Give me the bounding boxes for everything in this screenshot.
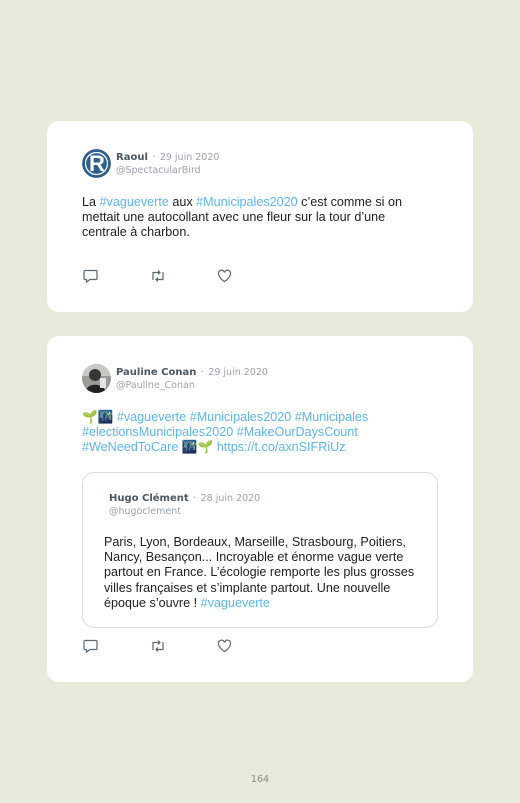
avatar[interactable]: R — [82, 149, 111, 178]
tweet-card: Pauline Conan · 29 juin 2020 @Pauline_Co… — [47, 336, 473, 682]
retweet-button[interactable] — [150, 268, 217, 284]
page-number: 164 — [250, 774, 270, 785]
tweet-text: La #vagueverte aux #Municipales2020 c’es… — [82, 195, 432, 241]
quote-date[interactable]: 28 juin 2020 — [201, 493, 261, 504]
like-icon — [217, 639, 232, 653]
separator: · — [152, 152, 156, 163]
like-button[interactable] — [217, 638, 284, 654]
author-name[interactable]: Pauline Conan — [116, 367, 196, 378]
tweet-card: R Raoul · 29 juin 2020 @SpectacularBird … — [47, 121, 473, 312]
tweet-date[interactable]: 29 juin 2020 — [208, 367, 268, 378]
like-icon — [217, 269, 232, 283]
retweet-icon — [152, 640, 164, 652]
tweet-text-segment: 🌱🌃 — [82, 410, 117, 424]
quote-author-handle[interactable]: @hugoclement — [109, 505, 260, 518]
tweet-text-segment: 🌃🌱 — [178, 440, 217, 455]
like-button[interactable] — [217, 268, 284, 284]
retweet-button[interactable] — [150, 638, 217, 654]
author-handle[interactable]: @SpectacularBird — [116, 164, 219, 177]
retweet-icon — [152, 270, 164, 282]
quote-author-name[interactable]: Hugo Clément — [109, 493, 189, 504]
tweet-header: Pauline Conan · 29 juin 2020 @Pauline_Co… — [82, 364, 268, 393]
hashtag-link[interactable]: #vagueverte — [201, 596, 270, 610]
tweet-actions — [83, 638, 284, 654]
reply-icon — [83, 639, 98, 653]
quote-header: Hugo Clément · 28 juin 2020 @hugoclement — [109, 490, 260, 518]
svg-text:R: R — [89, 151, 105, 176]
author-name[interactable]: Raoul — [116, 152, 148, 163]
tweet-actions — [83, 268, 284, 284]
tweet-text: 🌱🌃 #vagueverte #Municipales2020 #Municip… — [82, 410, 432, 456]
reply-button[interactable] — [83, 638, 150, 654]
hashtag-link[interactable]: https://t.co/axnSIFRiUz — [217, 440, 346, 454]
quoted-tweet[interactable]: Hugo Clément · 28 juin 2020 @hugoclement… — [82, 472, 438, 628]
tweet-header: R Raoul · 29 juin 2020 @SpectacularBird — [82, 149, 219, 178]
reply-button[interactable] — [83, 268, 150, 284]
separator: · — [193, 493, 197, 504]
avatar[interactable] — [82, 364, 111, 393]
separator: · — [200, 367, 204, 378]
tweet-text-segment: La — [82, 195, 100, 209]
hashtag-link[interactable]: #vagueverte — [100, 195, 169, 209]
tweet-text-segment: aux — [168, 195, 197, 209]
quote-text: Paris, Lyon, Bordeaux, Marseille, Strasb… — [104, 535, 424, 611]
tweet-date[interactable]: 29 juin 2020 — [160, 152, 220, 163]
hashtag-link[interactable]: #Municipales2020 — [196, 195, 298, 209]
author-handle[interactable]: @Pauline_Conan — [116, 379, 268, 392]
reply-icon — [83, 269, 98, 283]
